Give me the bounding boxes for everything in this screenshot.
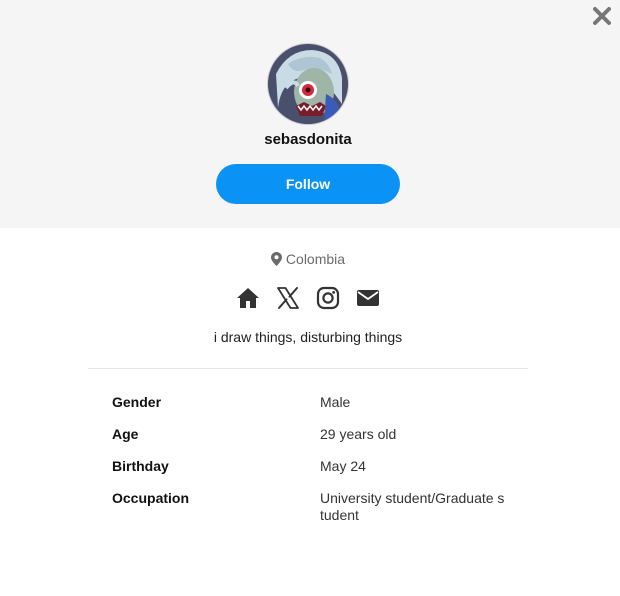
occupation-label: Occupation — [112, 490, 190, 506]
follow-button[interactable]: Follow — [216, 164, 400, 204]
instagram-icon[interactable] — [316, 286, 340, 310]
mail-icon[interactable] — [356, 286, 380, 310]
profile-header: sebasdonita Follow — [0, 0, 620, 228]
location-pin-icon — [270, 252, 282, 266]
birthday-value: May 24 — [320, 458, 366, 474]
gender-label: Gender — [112, 394, 162, 410]
occupation-value: University student/Graduate student — [320, 490, 505, 523]
gender-value: Male — [320, 394, 351, 410]
age-value: 29 years old — [320, 426, 397, 442]
location-text: Colombia — [285, 251, 346, 267]
birthday-label: Birthday — [112, 458, 169, 474]
location: Colombia — [0, 251, 616, 267]
social-links — [236, 286, 380, 310]
x-icon[interactable] — [276, 286, 300, 310]
profile-modal: sebasdonita Follow Colombia i draw thing… — [0, 0, 620, 596]
close-icon[interactable] — [592, 6, 612, 26]
username: sebasdonita — [264, 131, 352, 148]
bio: i draw things, disturbing things — [213, 329, 403, 345]
divider — [88, 368, 528, 369]
age-label: Age — [112, 426, 139, 442]
avatar — [268, 44, 348, 124]
avatar-illustration — [268, 44, 348, 124]
home-icon[interactable] — [236, 286, 260, 310]
